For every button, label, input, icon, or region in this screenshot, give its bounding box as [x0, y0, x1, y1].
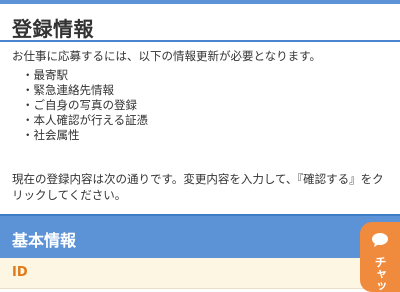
intro-text: お仕事に応募するには、以下の情報更新が必要となります。: [12, 49, 322, 63]
section-title: 基本情報: [12, 231, 77, 250]
id-field-row: ID: [0, 258, 400, 289]
requirement-item: ・最寄駅: [22, 68, 68, 82]
chat-bubble-icon: [372, 233, 388, 247]
id-field-label: ID: [12, 265, 28, 280]
title-divider: [0, 40, 400, 42]
requirement-item: ・緊急連絡先情報: [22, 83, 114, 97]
chat-button[interactable]: チャッ: [360, 222, 400, 292]
section-header-basic-info: 基本情報: [0, 214, 400, 258]
requirement-item: ・社会属性: [22, 128, 80, 142]
requirements-list: ・最寄駅 ・緊急連絡先情報 ・ご自身の写真の登録 ・本人確認が行える証憑 ・社会…: [22, 68, 148, 143]
top-accent-bar: [0, 0, 400, 4]
chat-button-label: チャッ: [373, 256, 387, 292]
page-title: 登録情報: [12, 17, 94, 41]
requirement-item: ・本人確認が行える証憑: [22, 113, 149, 127]
requirement-item: ・ご自身の写真の登録: [22, 98, 137, 112]
status-instruction-text: 現在の登録内容は次の通りです。変更内容を入力して、『確認する』をクリックしてくだ…: [12, 172, 384, 202]
